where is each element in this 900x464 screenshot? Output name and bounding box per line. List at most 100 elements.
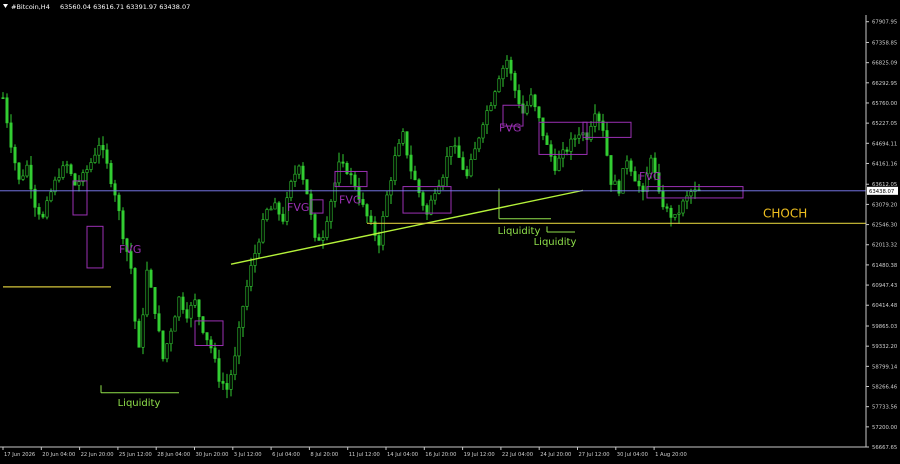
- candle-body: [605, 130, 609, 156]
- candle-body: [93, 154, 97, 163]
- candle-body: [137, 320, 141, 348]
- candle-body: [593, 113, 597, 127]
- candle-body: [37, 207, 41, 215]
- candle-body: [341, 161, 345, 164]
- candle-body: [177, 296, 181, 318]
- candle-body: [673, 214, 677, 218]
- chart[interactable]: FVG FVG FVG FVG FVG Liquidity Liquidity Liquidi…: [0, 0, 900, 460]
- candle-body: [233, 355, 237, 376]
- candle-body: [41, 213, 45, 218]
- x-tick-label: 25 Jun 12:00: [119, 452, 152, 458]
- candle-body: [141, 314, 145, 348]
- y-tick-label: 60414.48: [872, 303, 898, 309]
- symbol-label: #Bitcoin,H4: [11, 3, 50, 11]
- candle-body: [201, 316, 205, 333]
- x-tick-label: 19 Jul 12:00: [464, 452, 495, 458]
- candle-body: [25, 164, 29, 177]
- y-tick-label: 60947.43: [872, 283, 897, 289]
- candle-body: [473, 148, 477, 160]
- candle-body: [169, 330, 173, 345]
- candle-body: [385, 194, 389, 217]
- y-tick-label: 58799.14: [872, 364, 898, 370]
- candle-body: [681, 200, 685, 214]
- candle-body: [193, 299, 197, 306]
- candle-body: [317, 237, 321, 241]
- candle-body: [209, 339, 213, 349]
- candle-body: [401, 131, 405, 144]
- x-tick-label: 17 Jun 2026: [4, 452, 35, 458]
- candle-body: [101, 145, 105, 151]
- candle-body: [105, 149, 109, 164]
- candle-body: [621, 168, 625, 194]
- y-tick-label: 61480.38: [872, 263, 898, 269]
- candle-body: [241, 306, 245, 328]
- candle-body: [277, 202, 281, 215]
- candle-body: [377, 235, 381, 246]
- candle-body: [237, 327, 241, 357]
- candle-body: [345, 162, 349, 174]
- candle-body: [197, 299, 201, 317]
- x-tick-label: 30 Jun 20:00: [196, 452, 229, 458]
- candle-body: [465, 169, 469, 177]
- candle-body: [9, 122, 13, 148]
- candle-body: [281, 213, 285, 222]
- candle-body: [245, 286, 249, 307]
- candle-body: [293, 173, 297, 182]
- x-tick-label: 8 Jul 20:00: [310, 452, 338, 458]
- candle-body: [577, 134, 581, 139]
- liquidity-label: Liquidity: [534, 237, 577, 248]
- x-tick-label: 27 Jul 12:00: [579, 452, 610, 458]
- fvg-label: FVG: [499, 122, 521, 135]
- candle-body: [13, 146, 17, 164]
- candle-body: [541, 117, 545, 137]
- candle-body: [17, 162, 21, 180]
- candle-body: [205, 332, 209, 341]
- candle-body: [313, 214, 317, 238]
- x-tick-label: 22 Jun 20:00: [81, 452, 114, 458]
- liquidity-label: Liquidity: [118, 398, 161, 409]
- candle-body: [145, 269, 149, 316]
- candle-body: [397, 142, 401, 157]
- candle-body: [265, 209, 269, 220]
- candle-body: [1, 97, 5, 99]
- candle-body: [189, 305, 193, 319]
- chart-background: [0, 0, 900, 460]
- candle-body: [97, 145, 101, 156]
- candle-body: [553, 156, 557, 171]
- price-chart[interactable]: FVGFVGFVGFVGFVGLiquidityLiquidityLiquidi…: [0, 0, 900, 460]
- x-tick-label: 3 Jul 12:00: [234, 452, 262, 458]
- y-tick-label: 65760.00: [872, 101, 898, 107]
- x-tick-label: 20 Jun 04:00: [42, 452, 75, 458]
- candle-body: [421, 192, 425, 206]
- candle-body: [405, 131, 409, 156]
- candle-body: [113, 183, 117, 196]
- candle-body: [393, 155, 397, 181]
- candle-body: [489, 105, 493, 111]
- candle-body: [597, 113, 601, 122]
- y-tick-label: 62013.32: [872, 243, 897, 249]
- candle-body: [689, 191, 693, 197]
- candle-body: [261, 219, 265, 243]
- y-tick-label: 62546.30: [872, 223, 898, 229]
- candle-body: [77, 181, 81, 186]
- candle-body: [21, 175, 25, 180]
- ohlc-label: 63560.04 63616.71 63391.97 63438.07: [60, 3, 190, 11]
- candle-body: [289, 181, 293, 199]
- candle-body: [325, 221, 329, 238]
- y-tick-label: 57733.56: [872, 405, 898, 411]
- x-tick-label: 24 Jul 20:00: [540, 452, 571, 458]
- x-tick-label: 28 Jun 04:00: [157, 452, 190, 458]
- candle-body: [453, 145, 457, 148]
- candle-body: [457, 145, 461, 158]
- candle-body: [73, 173, 77, 186]
- candle-body: [613, 180, 617, 185]
- candle-body: [249, 265, 253, 287]
- candle-body: [257, 241, 261, 254]
- candle-body: [301, 165, 305, 180]
- candle-body: [461, 157, 465, 170]
- y-tick-label: 57200.00: [872, 425, 898, 431]
- candle-body: [449, 146, 453, 157]
- candle-body: [149, 269, 153, 288]
- candle-body: [157, 313, 161, 332]
- candle-body: [485, 110, 489, 126]
